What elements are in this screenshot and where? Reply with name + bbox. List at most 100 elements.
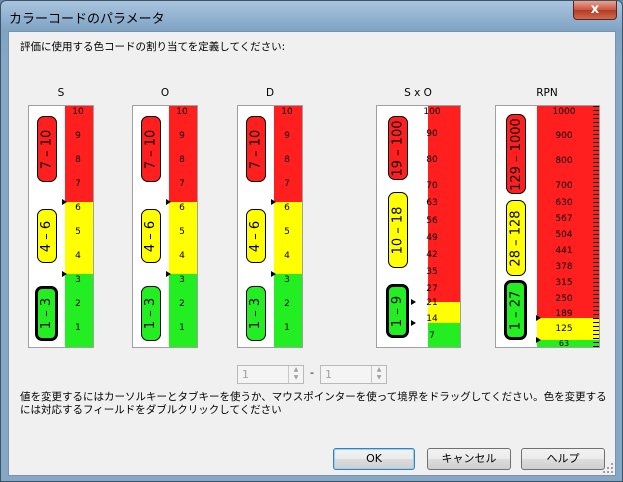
tick-label: 80 — [426, 155, 438, 165]
tick-label: 2 — [284, 299, 290, 309]
panel-header-d: D — [265, 87, 275, 99]
spinner-arrows[interactable]: ▲ ▼ — [371, 366, 386, 383]
tick-label: 5 — [75, 227, 81, 237]
panel-header-o: O — [160, 87, 170, 99]
tick-label: 10 — [72, 107, 84, 117]
boundary-handle-lower[interactable] — [62, 271, 67, 277]
tick-label: 42 — [426, 250, 438, 260]
tick-label: 70 — [426, 181, 438, 191]
color-scale-d[interactable]: 10 9 8 7 6 5 4 3 2 1 7 – 10 4 – 6 1 – 3 — [237, 105, 303, 348]
tick-label: 27 — [426, 284, 438, 294]
tick-label: 6 — [75, 203, 81, 213]
dialog-window: カラーコードのパラメータ x 評価に使用する色コードの割り当てを定義してください… — [0, 0, 623, 482]
range-pill-low-sxo[interactable]: 1 – 9 — [386, 284, 409, 338]
boundary-handle-upper[interactable] — [536, 315, 541, 321]
spin-up-icon[interactable]: ▲ — [289, 366, 303, 374]
tick-label: 7 — [429, 331, 435, 341]
range-pill-high-s[interactable]: 7 – 10 — [37, 116, 57, 182]
boundary-handle-upper[interactable] — [166, 199, 171, 205]
ok-button[interactable]: OK — [333, 448, 415, 470]
tick-label: 1 — [75, 323, 81, 333]
title-bar[interactable]: カラーコードのパラメータ x — [1, 1, 622, 31]
boundary-handle-upper[interactable] — [62, 199, 67, 205]
tick-label: 8 — [75, 155, 81, 165]
scale-bar-o[interactable]: 10 9 8 7 6 5 4 3 2 1 — [169, 106, 197, 347]
tick-label: 2 — [179, 299, 185, 309]
tick-label: 14 — [426, 314, 438, 324]
tick-label: 8 — [179, 155, 185, 165]
tick-label: 189 — [555, 309, 573, 319]
range-pill-low-s[interactable]: 1 – 3 — [35, 286, 58, 341]
range-pill-low-o[interactable]: 1 – 3 — [141, 286, 161, 341]
tick-label: 250 — [555, 294, 573, 304]
range-pill-low-d[interactable]: 1 – 3 — [246, 286, 266, 341]
range-from-value: 1 — [242, 368, 249, 381]
tick-label: 2 — [75, 299, 81, 309]
tick-label: 49 — [426, 233, 438, 243]
boundary-handle-lower[interactable] — [536, 337, 541, 343]
spin-down-icon[interactable]: ▼ — [289, 374, 303, 382]
dialog-client-area: 評価に使用する色コードの割り当てを定義してください: S O D S x O R… — [8, 31, 616, 476]
tick-label: 900 — [555, 131, 573, 141]
boundary-handle-lower[interactable] — [271, 271, 276, 277]
tick-label: 63 — [426, 198, 438, 208]
tick-label: 1 — [284, 323, 290, 333]
boundary-handle-upper[interactable] — [271, 199, 276, 205]
tick-label: 3 — [179, 275, 185, 285]
minor-ticks — [593, 106, 599, 347]
panel-header-sxo: S x O — [404, 87, 432, 99]
tick-label: 7 — [75, 179, 81, 189]
range-pill-high-d[interactable]: 7 – 10 — [246, 116, 266, 182]
color-scale-rpn[interactable]: 1000 900 800 700 630 567 504 441 378 315… — [495, 105, 600, 348]
range-separator: - — [310, 366, 314, 379]
tick-label: 4 — [179, 251, 185, 261]
range-pill-low-rpn[interactable]: 1 – 27 — [504, 280, 527, 340]
help-text: 値を変更するにはカーソルキーとタブキーを使うか、マウスポインターを使って境界をド… — [20, 391, 607, 416]
scale-bar-d[interactable]: 10 9 8 7 6 5 4 3 2 1 — [274, 106, 302, 347]
tick-label: 4 — [284, 251, 290, 261]
tick-label: 9 — [179, 131, 185, 141]
range-pill-medium-s[interactable]: 4 – 6 — [37, 209, 57, 263]
panel-header-s: S — [57, 87, 65, 99]
cancel-button[interactable]: キャンセル — [427, 448, 511, 470]
resize-grip-icon[interactable] — [603, 463, 613, 473]
tick-label: 100 — [423, 107, 441, 117]
tick-label: 7 — [179, 179, 185, 189]
range-pill-medium-sxo[interactable]: 10 – 18 — [388, 192, 408, 268]
tick-label: 63 — [558, 339, 570, 348]
boundary-handle-upper[interactable] — [411, 299, 416, 305]
spin-down-icon[interactable]: ▼ — [372, 374, 386, 382]
range-pill-high-o[interactable]: 7 – 10 — [141, 116, 161, 182]
range-pill-medium-rpn[interactable]: 28 – 128 — [506, 200, 526, 276]
tick-label: 800 — [555, 156, 573, 166]
tick-label: 10 — [281, 107, 293, 117]
color-scale-o[interactable]: 10 9 8 7 6 5 4 3 2 1 7 – 10 4 – 6 1 – 3 — [132, 105, 198, 348]
tick-label: 9 — [75, 131, 81, 141]
tick-label: 315 — [555, 278, 573, 288]
range-pill-high-sxo[interactable]: 19 – 100 — [388, 116, 408, 180]
tick-label: 3 — [284, 275, 290, 285]
range-pill-medium-d[interactable]: 4 – 6 — [246, 209, 266, 263]
tick-label: 378 — [555, 262, 573, 272]
panel-header-rpn: RPN — [536, 87, 558, 99]
boundary-handle-lower[interactable] — [166, 271, 171, 277]
help-button[interactable]: ヘルプ — [521, 448, 605, 470]
range-from-spinner[interactable]: 1 ▲ ▼ — [237, 365, 304, 384]
range-pill-high-rpn[interactable]: 129 – 1000 — [506, 114, 526, 194]
tick-label: 1000 — [552, 107, 576, 117]
scale-bar-s[interactable]: 10 9 8 7 6 5 4 3 2 1 — [65, 106, 93, 347]
range-to-spinner[interactable]: 1 ▲ ▼ — [320, 365, 387, 384]
boundary-handle-lower[interactable] — [411, 320, 416, 326]
spin-up-icon[interactable]: ▲ — [372, 366, 386, 374]
spinner-arrows[interactable]: ▲ ▼ — [288, 366, 303, 383]
tick-label: 56 — [426, 216, 438, 226]
tick-label: 6 — [179, 203, 185, 213]
close-button[interactable]: x — [573, 1, 617, 20]
color-scale-sxo[interactable]: 100 90 80 70 63 56 49 42 35 27 21 14 7 1… — [376, 105, 461, 348]
range-pill-medium-o[interactable]: 4 – 6 — [141, 209, 161, 263]
tick-label: 6 — [284, 203, 290, 213]
tick-label: 21 — [426, 298, 438, 308]
scale-bar-rpn[interactable]: 1000 900 800 700 630 567 504 441 378 315… — [537, 106, 599, 348]
color-scale-s[interactable]: 10 9 8 7 6 5 4 3 2 1 7 – 10 4 – 6 1 – 3 — [28, 105, 94, 348]
close-icon: x — [590, 2, 600, 17]
